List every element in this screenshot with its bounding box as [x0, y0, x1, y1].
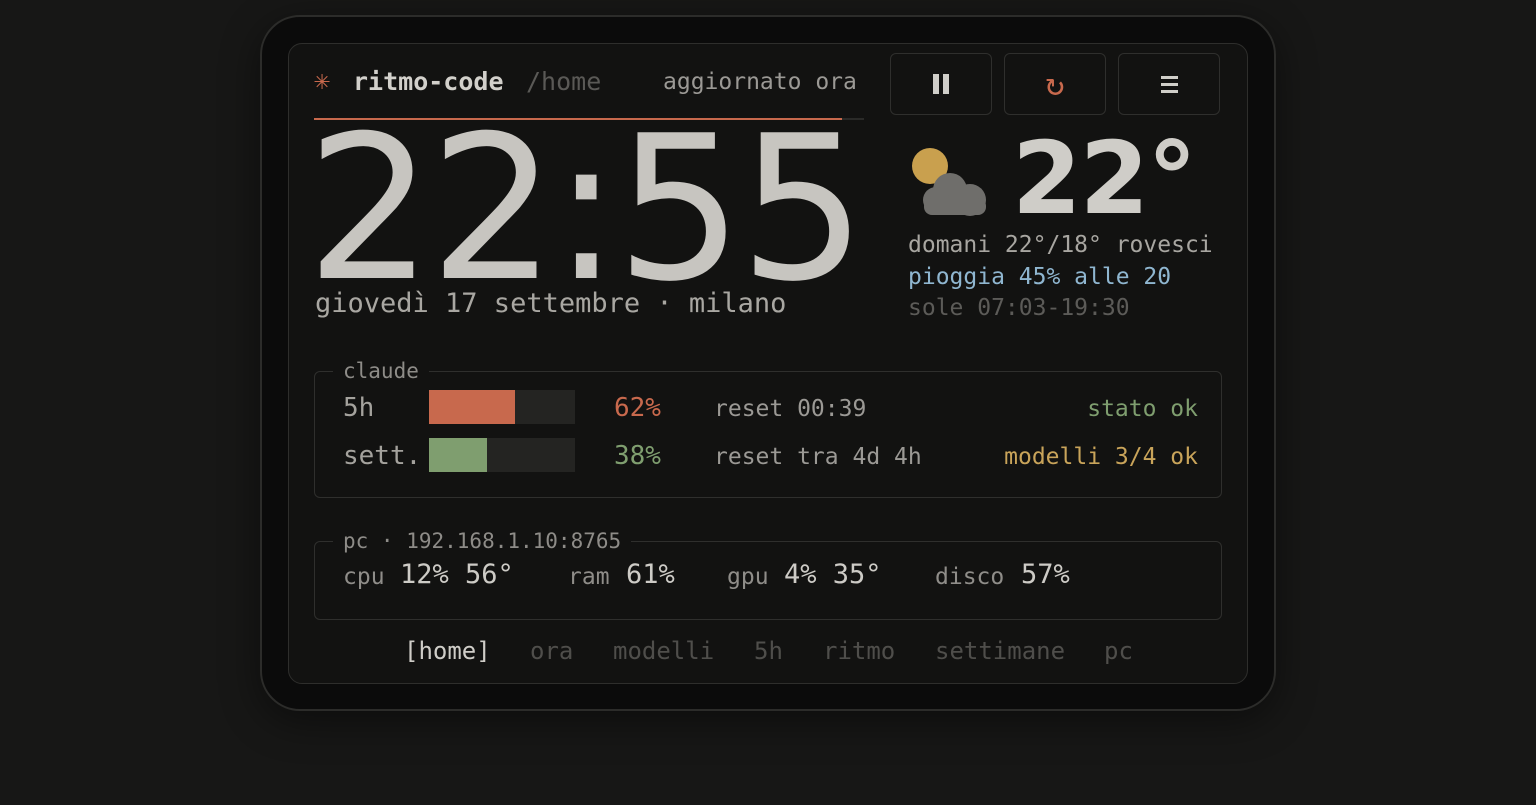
- gpu-label: gpu: [727, 564, 769, 590]
- usage-label-5h: 5h: [343, 393, 375, 423]
- reset-week: reset tra 4d 4h: [714, 444, 922, 470]
- nav-ritmo[interactable]: ritmo: [823, 635, 895, 667]
- rain-forecast: pioggia 45% alle 20: [908, 264, 1172, 290]
- usage-label-week: sett.: [343, 441, 422, 471]
- usage-bar-week-fill: [429, 438, 488, 472]
- models-status: modelli 3/4 ok: [1004, 444, 1198, 470]
- nav-ora[interactable]: ora: [530, 635, 573, 667]
- usage-percent-week: 38%: [614, 441, 661, 471]
- forecast-tomorrow: domani 22°/18° rovesci: [908, 232, 1213, 258]
- nav-home[interactable]: [home]: [404, 635, 491, 667]
- asterisk-icon: ✳: [314, 65, 331, 96]
- status-ok: stato ok: [1087, 396, 1198, 422]
- nav-settimane[interactable]: settimane: [935, 635, 1065, 667]
- menu-button[interactable]: [1118, 53, 1220, 115]
- refresh-icon: ↻: [1045, 65, 1065, 103]
- nav-5h[interactable]: 5h: [754, 635, 783, 667]
- nav-pc[interactable]: pc: [1104, 635, 1133, 667]
- usage-bar-5h-fill: [429, 390, 516, 424]
- partly-cloudy-icon: [912, 148, 986, 216]
- nav-modelli[interactable]: modelli: [613, 635, 714, 667]
- gpu-value: 4% 35°: [784, 559, 882, 590]
- usage-percent-5h: 62%: [614, 393, 661, 423]
- pause-icon: [933, 74, 949, 94]
- pause-button[interactable]: [890, 53, 992, 115]
- current-temperature: 22°: [1012, 120, 1197, 237]
- refresh-button[interactable]: ↻: [1004, 53, 1106, 115]
- clock-date: giovedì 17 settembre · milano: [315, 288, 787, 319]
- claude-panel-title: claude: [333, 358, 429, 384]
- ram-value: 61%: [626, 559, 675, 590]
- disk-label: disco: [935, 564, 1005, 590]
- menu-icon: [1160, 75, 1178, 93]
- usage-bar-week: [429, 438, 575, 472]
- clock-time: 22:55: [306, 93, 866, 326]
- cpu-label: cpu: [343, 564, 385, 590]
- sun-times: sole 07:03-19:30: [908, 295, 1130, 321]
- usage-bar-5h: [429, 390, 575, 424]
- ram-label: ram: [568, 564, 610, 590]
- pc-panel-title: pc · 192.168.1.10:8765: [333, 528, 632, 554]
- disk-value: 57%: [1021, 559, 1070, 590]
- reset-5h: reset 00:39: [714, 396, 867, 422]
- cpu-value: 12% 56°: [400, 559, 514, 590]
